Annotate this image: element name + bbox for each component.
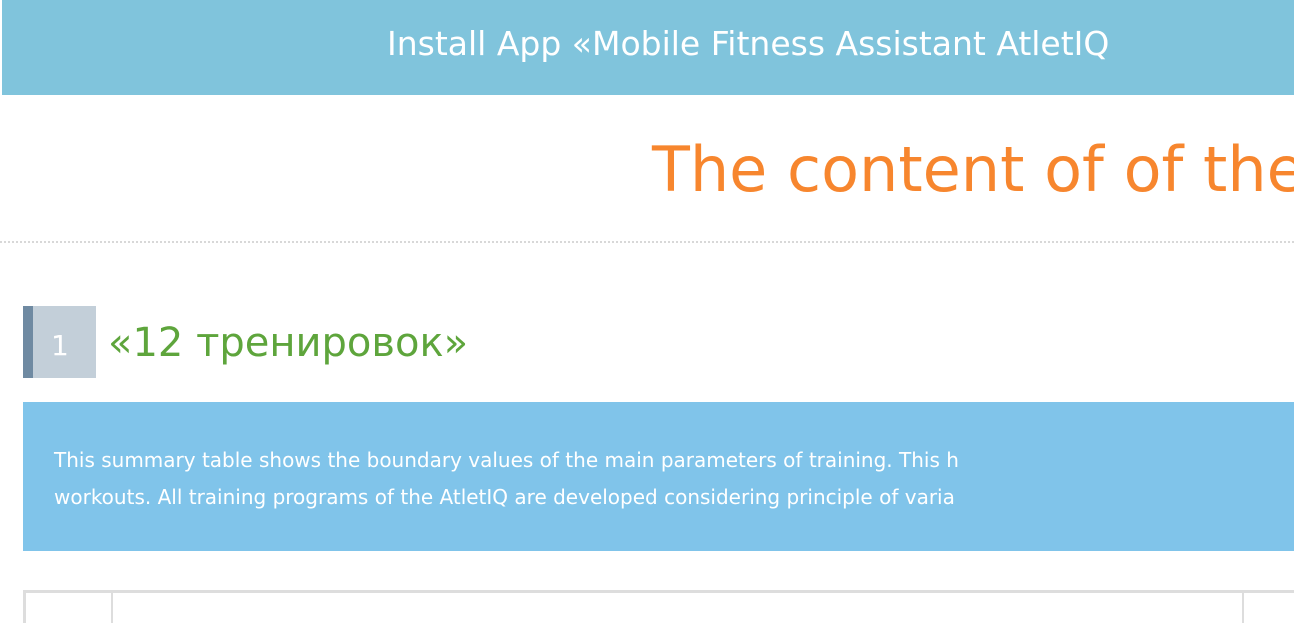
summary-text-line-1: This summary table shows the boundary va… (54, 448, 959, 472)
divider (0, 241, 1294, 243)
page: Install App «Mobile Fitness Assistant At… (0, 0, 1294, 623)
parameters-table (23, 590, 1294, 623)
summary-box: This summary table shows the boundary va… (23, 402, 1294, 551)
section-title: «12 тренировок» (108, 320, 469, 366)
section-number: 1 (51, 329, 69, 362)
table-column-separator (111, 593, 113, 623)
summary-text-line-2: workouts. All training programs of the A… (54, 485, 955, 509)
badge-accent-bar (23, 306, 33, 378)
page-title: The content of of the (652, 133, 1294, 206)
section-number-badge: 1 (23, 306, 96, 378)
install-app-text[interactable]: Install App «Mobile Fitness Assistant At… (387, 20, 1109, 68)
table-column-separator (1242, 593, 1244, 623)
install-app-banner[interactable]: Install App «Mobile Fitness Assistant At… (2, 0, 1294, 95)
